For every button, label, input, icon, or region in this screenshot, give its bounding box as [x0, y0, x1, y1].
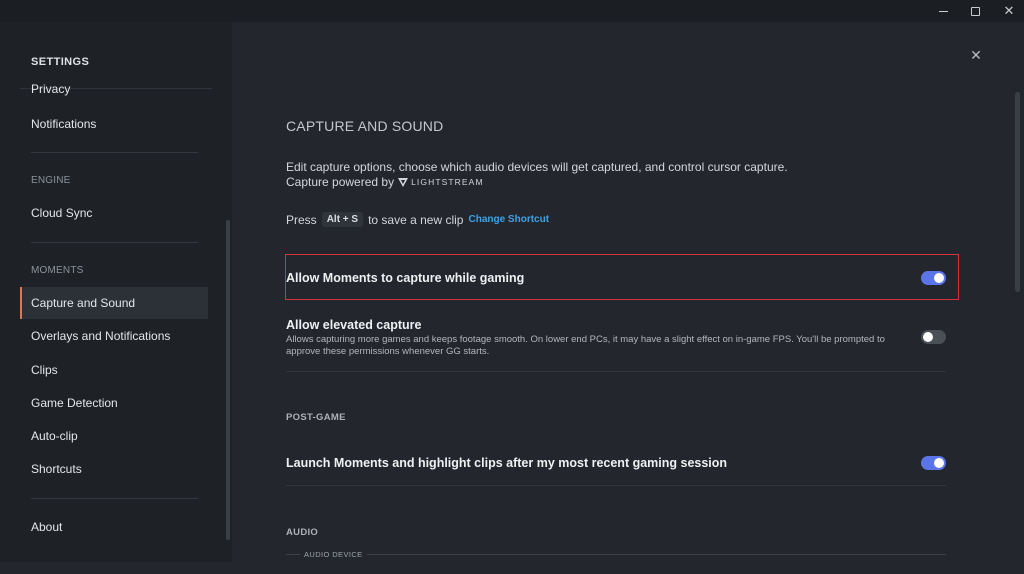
maximize-icon: [970, 6, 980, 16]
powered-by-label: Capture powered by: [286, 175, 395, 189]
row-divider: [286, 371, 946, 372]
allow-elevated-label: Allow elevated capture: [286, 318, 422, 332]
sidebar-item-label: Shortcuts: [31, 462, 82, 476]
audio-device-label: AUDIO DEVICE: [300, 550, 367, 559]
sidebar-item-clips[interactable]: Clips: [20, 354, 208, 386]
row-divider: [286, 485, 946, 486]
toggle-knob: [923, 332, 933, 342]
toggle-knob: [934, 458, 944, 468]
sidebar-item-game-detection[interactable]: Game Detection: [20, 387, 208, 419]
sidebar-item-notifications[interactable]: Notifications: [20, 108, 208, 140]
close-settings-button[interactable]: ✕: [968, 47, 984, 63]
press-label: Press: [286, 212, 317, 227]
sidebar-divider: [31, 242, 198, 243]
close-window-button[interactable]: ✕: [992, 0, 1024, 22]
lightstream-brand: LIGHTSTREAM: [411, 177, 484, 187]
sidebar-section-moments: MOMENTS: [31, 265, 84, 276]
sidebar-item-label: About: [31, 520, 63, 534]
sidebar-divider: [31, 498, 198, 499]
settings-sidebar: SETTINGS Privacy Notifications ENGINE Cl…: [0, 22, 232, 562]
sidebar-item-auto-clip[interactable]: Auto-clip: [20, 420, 208, 452]
change-shortcut-link[interactable]: Change Shortcut: [468, 214, 549, 225]
sidebar-item-cloud-sync[interactable]: Cloud Sync: [20, 197, 208, 229]
launch-moments-toggle[interactable]: [921, 456, 946, 470]
allow-moments-toggle[interactable]: [921, 271, 946, 285]
minimize-button[interactable]: [926, 0, 960, 22]
capture-and-sound-panel: ✕ CAPTURE AND SOUND Edit capture options…: [232, 22, 1024, 562]
page-title: CAPTURE AND SOUND: [286, 118, 444, 134]
sidebar-item-capture-and-sound[interactable]: Capture and Sound: [20, 287, 208, 319]
sidebar-item-privacy[interactable]: Privacy: [20, 82, 208, 96]
allow-elevated-toggle[interactable]: [921, 330, 946, 344]
toggle-knob: [934, 273, 944, 283]
sidebar-item-overlays-and-notifications[interactable]: Overlays and Notifications: [20, 320, 208, 352]
close-icon: ✕: [970, 47, 982, 63]
lightstream-logo: LIGHTSTREAM: [398, 177, 484, 187]
maximize-button[interactable]: [958, 0, 992, 22]
launch-moments-label: Launch Moments and highlight clips after…: [286, 456, 728, 470]
sidebar-item-label: Auto-clip: [31, 429, 78, 443]
sidebar-item-label: Overlays and Notifications: [31, 329, 171, 343]
save-clip-label: to save a new clip: [368, 212, 464, 227]
main-scrollbar[interactable]: [1015, 92, 1020, 292]
sidebar-item-label: Clips: [31, 363, 58, 377]
powered-by: Capture powered by LIGHTSTREAM: [286, 175, 484, 189]
shortcut-key: Alt + S: [321, 212, 364, 227]
section-audio: AUDIO: [286, 527, 319, 538]
lightstream-icon: [398, 177, 409, 187]
sidebar-title: SETTINGS: [31, 56, 90, 68]
sidebar-scrollbar[interactable]: [226, 220, 230, 540]
close-icon: ✕: [1003, 3, 1015, 18]
title-bar: ✕: [0, 0, 1024, 22]
sidebar-item-label: Notifications: [31, 117, 97, 131]
sidebar-item-label: Privacy: [31, 82, 71, 96]
sidebar-item-about[interactable]: About: [20, 511, 208, 543]
minimize-icon: [938, 10, 948, 12]
audio-device-select[interactable]: AUDIO DEVICE: [286, 550, 946, 574]
sidebar-item-shortcuts[interactable]: Shortcuts: [20, 453, 208, 485]
sidebar-item-label: Cloud Sync: [31, 206, 93, 220]
section-post-game: POST-GAME: [286, 412, 346, 423]
sidebar-divider: [31, 152, 198, 153]
sidebar-section-engine: ENGINE: [31, 175, 71, 186]
allow-moments-label: Allow Moments to capture while gaming: [286, 271, 525, 285]
page-description: Edit capture options, choose which audio…: [286, 160, 788, 174]
sidebar-item-label: Game Detection: [31, 396, 118, 410]
sidebar-item-label: Capture and Sound: [31, 296, 136, 310]
allow-elevated-description: Allows capturing more games and keeps fo…: [286, 334, 885, 357]
save-clip-hint: Press Alt + S to save a new clip Change …: [286, 212, 549, 227]
